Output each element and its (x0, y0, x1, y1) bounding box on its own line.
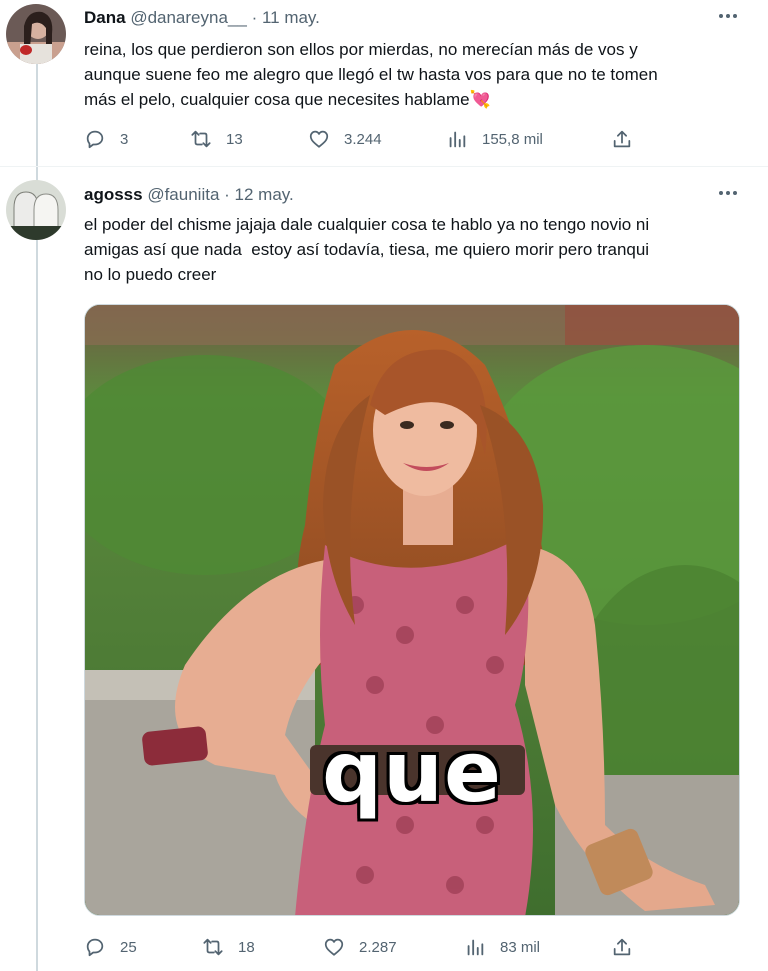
views-button[interactable]: 83 mil (464, 935, 540, 959)
retweet-icon (191, 130, 211, 148)
tweet-text: reina, los que perdieron son ellos por m… (84, 40, 658, 109)
share-icon (613, 130, 631, 148)
like-button[interactable]: 3.244 (308, 127, 382, 151)
tweet-text: el poder del chisme jajaja dale cualquie… (84, 215, 650, 284)
avatar[interactable] (6, 4, 66, 64)
more-icon[interactable] (716, 6, 740, 26)
reply-count: 25 (120, 938, 137, 956)
like-count: 3.244 (344, 130, 382, 148)
reply-button[interactable]: 3 (84, 127, 128, 151)
views-icon (467, 939, 484, 956)
tweet-actions: 25 18 2.287 83 mil (84, 935, 644, 959)
tweet[interactable]: agosss @fauniita · 12 may. el poder del … (0, 167, 768, 971)
reply-count: 3 (120, 130, 129, 148)
views-count: 83 mil (500, 938, 541, 956)
like-icon (324, 938, 344, 956)
retweet-icon (203, 938, 223, 956)
share-button[interactable] (611, 935, 633, 959)
tweet-actions: 3 13 3.244 155,8 mil (84, 127, 644, 151)
retweet-count: 13 (226, 130, 243, 148)
views-button[interactable]: 155,8 mil (446, 127, 543, 151)
author-name[interactable]: Dana (84, 8, 126, 27)
like-button[interactable]: 2.287 (323, 935, 397, 959)
tweet-date[interactable]: · 12 may. (224, 185, 294, 204)
tweet-date[interactable]: · 11 may. (252, 8, 320, 27)
share-icon (613, 938, 631, 956)
like-count: 2.287 (359, 938, 397, 956)
tweet-image[interactable]: que (84, 304, 740, 916)
like-icon (309, 130, 329, 148)
avatar[interactable] (6, 180, 66, 240)
tweet[interactable]: Dana @danareyna__ · 11 may. reina, los q… (0, 0, 768, 166)
photo-woman-que-meme (85, 305, 739, 915)
tweet-header: agosss @fauniita · 12 may. (84, 185, 294, 205)
reply-button[interactable]: 25 (84, 935, 137, 959)
reply-icon (86, 938, 104, 957)
meme-caption: que (322, 723, 502, 821)
author-handle[interactable]: @fauniita (147, 185, 219, 204)
views-count: 155,8 mil (482, 130, 543, 148)
views-icon (449, 131, 466, 148)
author-handle[interactable]: @danareyna__ (130, 8, 247, 27)
retweet-button[interactable]: 18 (202, 935, 255, 959)
more-icon[interactable] (716, 183, 740, 203)
retweet-count: 18 (238, 938, 255, 956)
reply-icon (86, 130, 104, 149)
retweet-button[interactable]: 13 (190, 127, 243, 151)
tweet-header: Dana @danareyna__ · 11 may. (84, 8, 320, 28)
share-button[interactable] (611, 127, 633, 151)
author-name[interactable]: agosss (84, 185, 143, 204)
